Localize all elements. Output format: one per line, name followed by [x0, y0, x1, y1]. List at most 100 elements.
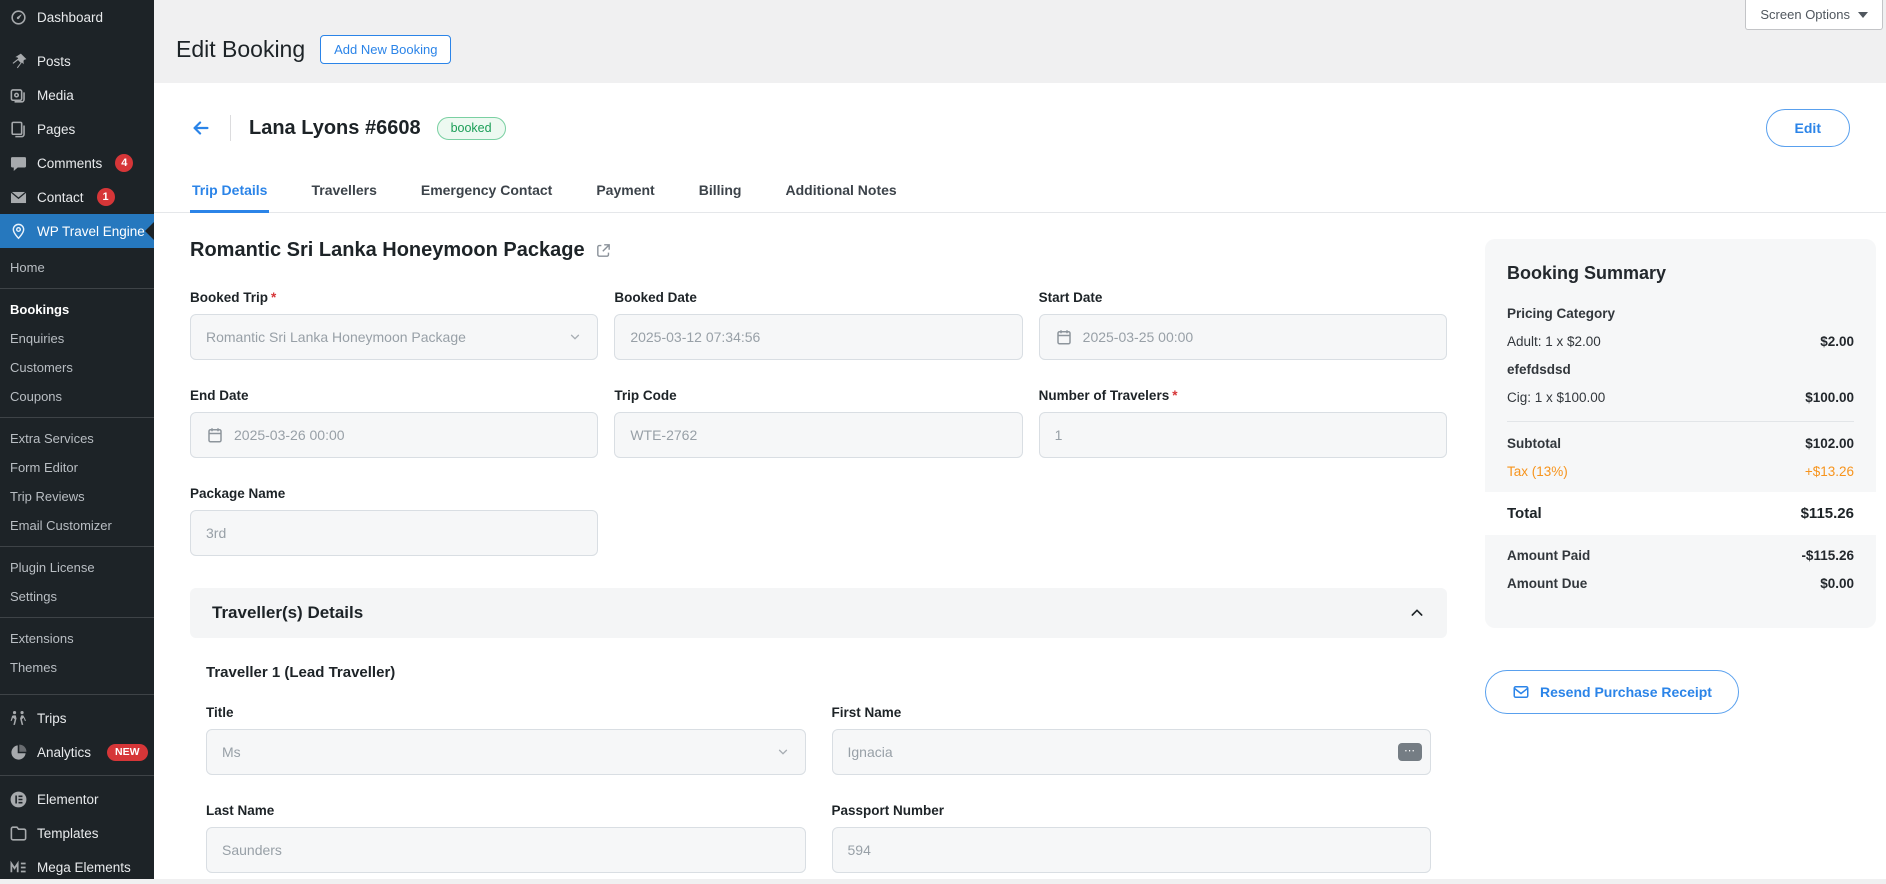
trip-title: Romantic Sri Lanka Honeymoon Package — [190, 239, 585, 261]
trip-code-input[interactable]: WTE-2762 — [614, 412, 1023, 458]
field-last-name: Last Name Saunders — [206, 803, 806, 873]
sidebar-divider — [0, 775, 154, 776]
submenu-item-extra-services[interactable]: Extra Services — [0, 424, 154, 453]
package-name-input[interactable]: 3rd — [190, 510, 599, 556]
tab-payment[interactable]: Payment — [594, 169, 656, 213]
calendar-icon — [1055, 328, 1073, 346]
submenu-item-settings[interactable]: Settings — [0, 582, 154, 611]
tab-billing[interactable]: Billing — [697, 169, 744, 213]
submenu-item-home[interactable]: Home — [0, 253, 154, 282]
sidebar-item-posts[interactable]: Posts — [0, 44, 154, 78]
booking-summary-title: Booking Summary — [1507, 263, 1667, 283]
amount-due-label: Amount Due — [1507, 576, 1588, 591]
pie-chart-icon — [9, 743, 28, 762]
sidebar-item-trips[interactable]: Trips — [0, 701, 154, 735]
screen-options-toggle[interactable]: Screen Options — [1745, 0, 1883, 30]
trip-title-row: Romantic Sri Lanka Honeymoon Package — [190, 239, 1447, 262]
submenu-divider — [0, 546, 154, 547]
booking-card: Lana Lyons #6608 booked Edit Trip Detail… — [154, 83, 1886, 879]
submenu-item-email-customizer[interactable]: Email Customizer — [0, 511, 154, 540]
total-label: Total — [1507, 505, 1542, 522]
start-date-input[interactable]: 2025-03-25 00:00 — [1038, 314, 1447, 360]
traveller-title-select[interactable]: Ms — [206, 729, 806, 775]
booked-trip-label: Booked Trip — [190, 290, 269, 305]
sidebar-item-label: Elementor — [37, 791, 99, 807]
resend-purchase-receipt-button[interactable]: Resend Purchase Receipt — [1485, 670, 1739, 714]
sidebar-item-contact[interactable]: Contact 1 — [0, 180, 154, 214]
extra-group-label: efefdsdsd — [1507, 362, 1571, 377]
envelope-icon — [9, 188, 28, 207]
trip-code-label: Trip Code — [614, 388, 677, 403]
folder-icon — [9, 824, 28, 843]
first-name-input[interactable]: Ignacia ⋯ — [831, 729, 1431, 775]
tab-emergency-contact[interactable]: Emergency Contact — [419, 169, 554, 213]
submenu-item-enquiries[interactable]: Enquiries — [0, 324, 154, 353]
tab-additional-notes[interactable]: Additional Notes — [783, 169, 898, 213]
tab-travellers[interactable]: Travellers — [309, 169, 378, 213]
summary-row-total: Total $115.26 — [1485, 492, 1876, 535]
edit-button[interactable]: Edit — [1765, 109, 1850, 147]
sidebar-item-comments[interactable]: Comments 4 — [0, 146, 154, 180]
submenu-item-bookings[interactable]: Bookings — [0, 295, 154, 324]
submenu-item-trip-reviews[interactable]: Trip Reviews — [0, 482, 154, 511]
add-new-booking-button[interactable]: Add New Booking — [320, 35, 452, 64]
calendar-icon — [206, 426, 224, 444]
keyboard-ellipsis-icon[interactable]: ⋯ — [1398, 743, 1422, 761]
field-number-of-travelers: Number of Travelers * 1 — [1038, 388, 1447, 458]
booked-trip-select[interactable]: Romantic Sri Lanka Honeymoon Package — [190, 314, 599, 360]
num-travelers-input[interactable]: 1 — [1038, 412, 1447, 458]
traveller-fields-grid: Title Ms First Name Ignacia ⋯ Last Name … — [206, 705, 1431, 873]
total-value: $115.26 — [1800, 505, 1854, 522]
submenu-item-customers[interactable]: Customers — [0, 353, 154, 382]
header-divider — [230, 115, 231, 141]
comments-count-badge: 4 — [115, 154, 134, 172]
pushpin-icon — [9, 52, 28, 71]
submenu-item-form-editor[interactable]: Form Editor — [0, 453, 154, 482]
sidebar-item-templates[interactable]: Templates — [0, 816, 154, 850]
start-date-value: 2025-03-25 00:00 — [1082, 329, 1194, 345]
last-name-label: Last Name — [206, 803, 275, 818]
submenu-item-coupons[interactable]: Coupons — [0, 382, 154, 411]
summary-row-subtotal: Subtotal $102.00 — [1507, 436, 1854, 451]
required-mark: * — [1172, 388, 1178, 403]
passport-number-input[interactable]: 594 — [831, 827, 1431, 873]
sidebar-item-dashboard[interactable]: Dashboard — [0, 0, 154, 34]
travellers-section: Traveller(s) Details Traveller 1 (Lead T… — [190, 588, 1447, 883]
sidebar-item-label: Analytics — [37, 744, 92, 760]
end-date-value: 2025-03-26 00:00 — [234, 427, 345, 443]
booked-date-input[interactable]: 2025-03-12 07:34:56 — [614, 314, 1023, 360]
first-name-value: Ignacia — [847, 744, 893, 760]
chevron-up-icon[interactable] — [1409, 605, 1425, 621]
field-traveller-title: Title Ms — [206, 705, 806, 775]
start-date-label: Start Date — [1038, 290, 1103, 305]
back-arrow-icon[interactable] — [190, 117, 212, 139]
sidebar-item-wp-travel-engine[interactable]: WP Travel Engine — [0, 214, 154, 248]
submenu-item-extensions[interactable]: Extensions — [0, 624, 154, 653]
submenu-item-plugin-license[interactable]: Plugin License — [0, 553, 154, 582]
wpte-submenu: Home Bookings Enquiries Customers Coupon… — [0, 248, 154, 688]
sidebar-item-analytics[interactable]: Analytics NEW — [0, 735, 154, 769]
booked-date-value: 2025-03-12 07:34:56 — [630, 329, 761, 345]
caret-down-icon — [1858, 11, 1868, 18]
field-end-date: End Date 2025-03-26 00:00 — [190, 388, 599, 458]
sidebar-item-elementor[interactable]: Elementor — [0, 782, 154, 816]
submenu-item-themes[interactable]: Themes — [0, 653, 154, 682]
mega-elements-icon — [9, 858, 28, 877]
booked-date-label: Booked Date — [614, 290, 697, 305]
trip-form-grid: Booked Trip * Romantic Sri Lanka Honeymoo… — [190, 290, 1447, 556]
amount-paid-value: -$115.26 — [1801, 548, 1854, 563]
last-name-input[interactable]: Saunders — [206, 827, 806, 873]
tab-trip-details[interactable]: Trip Details — [190, 169, 270, 213]
sidebar-item-pages[interactable]: Pages — [0, 112, 154, 146]
sidebar-item-label: Comments — [37, 155, 103, 171]
end-date-input[interactable]: 2025-03-26 00:00 — [190, 412, 599, 458]
amount-due-value: $0.00 — [1820, 576, 1854, 591]
main-area: Screen Options Edit Booking Add New Book… — [154, 0, 1886, 879]
subtotal-label: Subtotal — [1507, 436, 1561, 451]
adult-line-value: $2.00 — [1820, 334, 1854, 349]
external-link-icon[interactable] — [595, 242, 612, 259]
sidebar-divider — [0, 694, 154, 695]
field-booked-date: Booked Date 2025-03-12 07:34:56 — [614, 290, 1023, 360]
travellers-section-header[interactable]: Traveller(s) Details — [190, 588, 1447, 638]
sidebar-item-media[interactable]: Media — [0, 78, 154, 112]
